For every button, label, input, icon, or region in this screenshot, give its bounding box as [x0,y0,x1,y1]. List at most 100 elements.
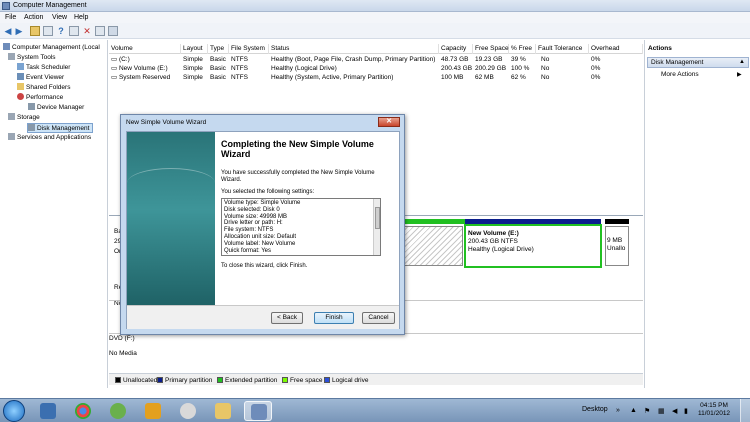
start-button[interactable] [3,400,25,422]
chrome-icon [75,403,91,419]
cell-fault-tolerance: No [541,74,550,81]
computer-management-icon [251,404,267,420]
col-fault-tolerance[interactable]: Fault Tolerance [536,44,589,54]
cdrom-entry[interactable]: DVD (F:) No Media [109,334,139,370]
tree-item-event-viewer[interactable]: Event Viewer [17,73,64,83]
system-tray: Desktop » ▲ ⚑ ▦ ◀ ▮ 04:15 PM 11/01/2012 [580,399,750,422]
summary-line: Quick format: Yes [224,247,272,254]
cell-capacity: 200.43 GB [441,65,473,72]
table-row[interactable]: ▭ System Reserved Simple Basic NTFS Heal… [109,73,643,82]
navigation-tree: Computer Management (Local System Tools … [0,40,108,388]
col-type[interactable]: Type [208,44,229,54]
cell-type: Basic [210,65,226,72]
tree-item-disk-management[interactable]: Disk Management [27,123,93,133]
cell-capacity: 100 MB [441,74,464,81]
col-capacity[interactable]: Capacity [439,44,473,54]
back-icon[interactable]: ◀ [3,26,13,36]
col-status[interactable]: Status [269,44,439,54]
taskbar-xbox[interactable] [104,401,132,421]
finish-button[interactable]: Finish [314,312,354,324]
wizard-summary-box[interactable]: Volume type: Simple Volume Disk selected… [221,198,381,256]
col-file-system[interactable]: File System [229,44,269,54]
col-layout[interactable]: Layout [181,44,208,54]
tree-item-performance[interactable]: Performance [17,93,63,103]
shared-folder-icon [17,83,24,90]
legend-primary: Primary partition [157,377,212,384]
list-view-icon[interactable] [95,26,105,36]
menu-file[interactable]: File [5,14,16,21]
wizard-close-instruction: To close this wizard, click Finish. [221,263,308,269]
clock-date: 11/01/2012 [698,410,731,417]
power-icon[interactable]: ▮ [684,407,688,415]
taskbar-computer-management[interactable] [244,401,272,421]
xbox-icon [110,403,126,419]
taskbar-app[interactable] [174,401,202,421]
menu-action[interactable]: Action [24,14,43,21]
col-percent-free[interactable]: % Free [509,44,536,54]
cell-percent-free: 39 % [511,56,526,63]
forward-icon[interactable]: ▶ [14,26,24,36]
cell-volume: ▭ (C:) [111,56,130,63]
performance-icon [17,93,24,100]
taskbar-media-player[interactable] [139,401,167,421]
actions-section-disk-management[interactable]: Disk Management ▲ [647,57,749,68]
show-desktop-button[interactable] [740,399,750,422]
taskbar-chrome[interactable] [69,401,97,421]
tools-icon [8,53,15,60]
col-overhead[interactable]: Overhead [589,44,643,54]
tree-item-device-manager[interactable]: Device Manager [28,103,84,113]
taskbar-explorer[interactable] [209,401,237,421]
wizard-heading: Completing the New Simple Volume Wizard [221,139,374,159]
partition-new-volume[interactable]: New Volume (E:) 200.43 GB NTFS Healthy (… [464,224,602,268]
help-icon[interactable]: ? [56,26,66,36]
desktop-toolbar-label[interactable]: Desktop [582,406,608,413]
cell-layout: Simple [183,65,203,72]
menu-view[interactable]: View [52,14,67,21]
cell-status: Healthy (Logical Drive) [271,65,337,72]
partition-unallocated[interactable]: 9 MB Unallo [605,226,629,266]
tree-item-shared-folders[interactable]: Shared Folders [17,83,70,93]
tree-item-services-and-applications[interactable]: Services and Applications [8,133,91,143]
table-row[interactable]: ▭ New Volume (E:) Simple Basic NTFS Heal… [109,64,643,73]
volume-icon[interactable]: ◀ [672,407,677,415]
title-bar: Computer Management [0,0,750,12]
col-volume[interactable]: Volume [109,44,181,54]
actions-pane: Actions Disk Management ▲ More Actions ▶ [644,40,750,388]
flag-icon[interactable]: ⚑ [644,407,650,415]
delete-icon[interactable]: ✕ [82,26,92,36]
media-player-icon [145,403,161,419]
clock[interactable]: 04:15 PM 11/01/2012 [698,402,730,418]
folder-icon[interactable] [30,26,40,36]
tray-expand-icon[interactable]: ▲ [630,407,637,414]
cell-layout: Simple [183,74,203,81]
taskbar-virtualbox[interactable] [34,401,62,421]
disk-icon [28,124,35,131]
network-icon[interactable]: ▦ [658,407,665,415]
cancel-button[interactable]: Cancel [362,312,395,324]
summary-line: Volume type: Simple Volume [224,200,301,206]
wizard-footer: < Back Finish Cancel [127,305,399,329]
summary-scrollbar[interactable] [373,199,380,255]
back-button[interactable]: < Back [271,312,303,324]
storage-icon [8,113,15,120]
partition-status: Healthy (Logical Drive) [468,246,534,253]
clock-time: 04:15 PM [700,402,728,409]
menu-help[interactable]: Help [74,14,88,21]
table-row[interactable]: ▭ (C:) Simple Basic NTFS Healthy (Boot, … [109,55,643,64]
wizard-banner [127,132,215,305]
tree-item-storage[interactable]: Storage [8,113,40,123]
console-tree-icon[interactable] [43,26,53,36]
partition-selected-hatched[interactable] [396,226,463,266]
more-actions-link[interactable]: More Actions [661,71,699,78]
chevron-up-icon[interactable]: » [616,407,620,414]
col-free-space[interactable]: Free Space [473,44,509,54]
computer-management-icon [2,2,10,10]
properties-icon[interactable] [69,26,79,36]
disk-view-icon[interactable] [108,26,118,36]
close-icon[interactable]: ✕ [378,117,400,127]
device-manager-icon [28,103,35,110]
tree-root[interactable]: Computer Management (Local [3,43,100,53]
tree-item-task-scheduler[interactable]: Task Scheduler [17,63,70,73]
tree-item-system-tools[interactable]: System Tools [8,53,56,63]
cell-layout: Simple [183,56,203,63]
